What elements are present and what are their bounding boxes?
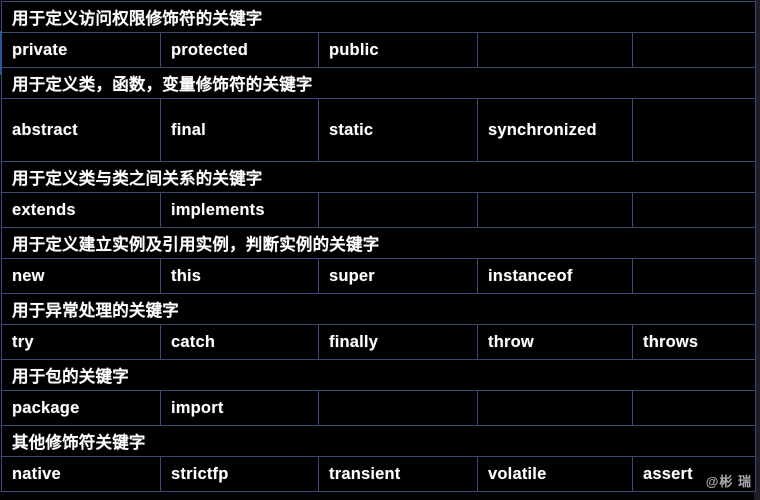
empty-cell <box>631 98 757 162</box>
keyword-cell: super <box>318 258 478 294</box>
empty-cell <box>477 32 633 68</box>
keyword-row: new this super instanceof <box>1 258 757 294</box>
section-header: 用于异常处理的关键字 <box>0 293 757 325</box>
empty-cell <box>318 390 478 426</box>
keyword-cell: instanceof <box>477 258 633 294</box>
keyword-cell: private <box>1 32 161 68</box>
section-row: 用于定义类与类之间关系的关键字 <box>0 161 757 193</box>
section-header: 用于包的关键字 <box>0 359 757 391</box>
keyword-cell: volatile <box>477 456 633 492</box>
keyword-cell: try <box>1 324 161 360</box>
section-header: 用于定义类与类之间关系的关键字 <box>0 161 757 193</box>
section-row: 用于定义访问权限修饰符的关键字 <box>0 1 757 33</box>
keyword-cell: synchronized <box>477 98 633 162</box>
keyword-cell: new <box>1 258 161 294</box>
keyword-cell: throw <box>477 324 633 360</box>
keyword-row: extends implements <box>1 192 757 228</box>
keyword-row: native strictfp transient volatile assert <box>1 456 757 492</box>
section-row: 其他修饰符关键字 <box>0 425 757 457</box>
keyword-row: try catch finally throw throws <box>1 324 757 360</box>
empty-cell <box>631 390 757 426</box>
empty-cell <box>477 390 633 426</box>
keyword-cell: this <box>160 258 319 294</box>
empty-cell <box>477 192 633 228</box>
keyword-cell: public <box>318 32 478 68</box>
keyword-cell: final <box>160 98 319 162</box>
keyword-cell: extends <box>1 192 161 228</box>
keyword-row: private protected public <box>1 32 757 68</box>
keyword-cell: static <box>318 98 478 162</box>
keyword-cell: catch <box>160 324 319 360</box>
section-header: 用于定义类，函数，变量修饰符的关键字 <box>0 67 757 99</box>
section-header: 其他修饰符关键字 <box>0 425 757 457</box>
keyword-row: abstract final static synchronized <box>1 98 757 162</box>
keyword-row: package import <box>1 390 757 426</box>
keyword-cell: native <box>1 456 161 492</box>
section-header: 用于定义访问权限修饰符的关键字 <box>0 1 757 33</box>
keyword-cell: implements <box>160 192 319 228</box>
keyword-cell: abstract <box>1 98 161 162</box>
keyword-cell: throws <box>631 324 757 360</box>
empty-cell <box>318 192 478 228</box>
section-row: 用于定义建立实例及引用实例，判断实例的关键字 <box>0 227 757 259</box>
keyword-cell: transient <box>318 456 478 492</box>
section-row: 用于包的关键字 <box>0 359 757 391</box>
empty-cell <box>631 32 757 68</box>
keyword-cell: assert <box>631 456 757 492</box>
keyword-cell: package <box>1 390 161 426</box>
keyword-cell: protected <box>160 32 319 68</box>
keyword-cell: finally <box>318 324 478 360</box>
section-header: 用于定义建立实例及引用实例，判断实例的关键字 <box>0 227 757 259</box>
empty-cell <box>631 192 757 228</box>
keyword-cell: strictfp <box>160 456 319 492</box>
section-row: 用于异常处理的关键字 <box>0 293 757 325</box>
empty-cell <box>631 258 757 294</box>
java-keywords-table: 用于定义访问权限修饰符的关键字 private protected public 用于定… <box>0 1 757 492</box>
section-row: 用于定义类，函数，变量修饰符的关键字 <box>0 67 757 99</box>
keyword-cell: import <box>160 390 319 426</box>
